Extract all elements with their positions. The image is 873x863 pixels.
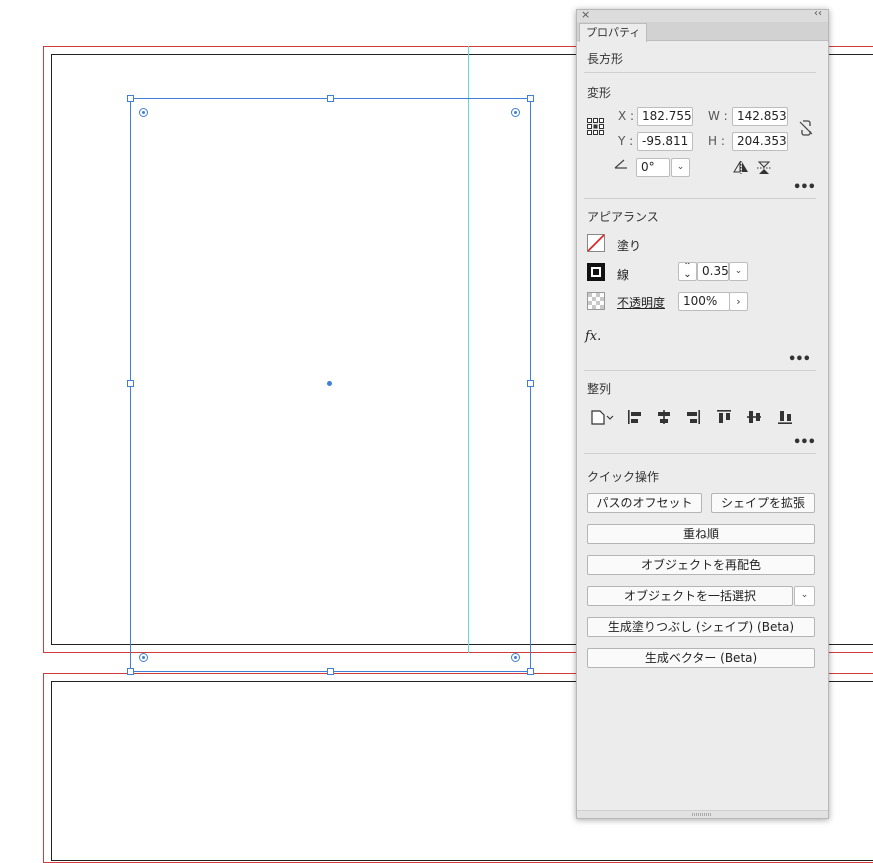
- handle-middle-left[interactable]: [127, 380, 134, 387]
- align-bottom-icon[interactable]: [777, 409, 793, 425]
- close-icon[interactable]: ×: [581, 8, 590, 21]
- reference-point-icon[interactable]: [587, 118, 605, 136]
- h-field[interactable]: 204.353: [732, 132, 788, 151]
- align-vertical-center-icon[interactable]: [746, 409, 762, 425]
- angle-field[interactable]: 0°: [636, 158, 670, 177]
- transform-more-options[interactable]: •••: [793, 180, 816, 195]
- corner-widget-bottom-left[interactable]: [139, 653, 148, 662]
- center-point: [327, 381, 332, 386]
- flip-horizontal-icon[interactable]: [733, 161, 749, 174]
- opacity-field[interactable]: 100%: [678, 292, 730, 311]
- handle-top-left[interactable]: [127, 95, 134, 102]
- fx-effects-button[interactable]: fx.: [585, 329, 601, 344]
- h-label: H :: [708, 134, 725, 148]
- handle-top-right[interactable]: [527, 95, 534, 102]
- appearance-title: アピアランス: [587, 210, 659, 224]
- opacity-label[interactable]: 不透明度: [617, 294, 665, 311]
- align-right-icon[interactable]: [685, 409, 701, 425]
- stroke-swatch-icon[interactable]: [587, 263, 605, 281]
- opacity-expand-button[interactable]: ›: [729, 292, 748, 311]
- stroke-weight-field[interactable]: 0.35: [697, 262, 729, 281]
- arrange-button[interactable]: 重ね順: [587, 524, 815, 544]
- stroke-weight-stepper[interactable]: ⌃ ⌄: [678, 262, 697, 281]
- align-more-options[interactable]: •••: [793, 435, 816, 450]
- constrain-proportions-icon[interactable]: [799, 119, 813, 137]
- handle-bottom-left[interactable]: [127, 668, 134, 675]
- select-same-button[interactable]: オブジェクトを一括選択: [587, 586, 793, 606]
- divider: [584, 198, 816, 199]
- generative-fill-shape-button[interactable]: 生成塗りつぶし (シェイプ) (Beta): [587, 617, 815, 637]
- divider: [584, 370, 816, 371]
- handle-top-center[interactable]: [327, 95, 334, 102]
- angle-dropdown[interactable]: ⌄: [671, 158, 690, 177]
- offset-path-button[interactable]: パスのオフセット: [587, 493, 702, 513]
- align-to-icon[interactable]: [591, 409, 615, 425]
- divider: [584, 453, 816, 454]
- transform-title: 変形: [587, 86, 612, 100]
- properties-panel: × ‹‹ プロパティ 長方形 変形 X : 182.755 W : 142.85…: [576, 8, 829, 819]
- recolor-artwork-button[interactable]: オブジェクトを再配色: [587, 555, 815, 575]
- quick-actions-title: クイック操作: [587, 470, 660, 484]
- object-type-label: 長方形: [587, 52, 624, 66]
- align-left-icon[interactable]: [627, 409, 643, 425]
- collapse-icon[interactable]: ‹‹: [814, 8, 822, 19]
- corner-widget-bottom-right[interactable]: [511, 653, 520, 662]
- tab-properties[interactable]: プロパティ: [579, 23, 647, 42]
- divider: [584, 72, 816, 73]
- stroke-label: 線: [617, 268, 630, 282]
- stroke-weight-dropdown[interactable]: ⌄: [729, 262, 748, 281]
- handle-bottom-center[interactable]: [327, 668, 334, 675]
- fill-swatch-none-icon[interactable]: [587, 234, 605, 252]
- opacity-checker-icon[interactable]: [587, 292, 605, 310]
- align-horizontal-center-icon[interactable]: [656, 409, 672, 425]
- gripper-lines: [692, 813, 712, 816]
- x-label: X :: [618, 109, 635, 123]
- y-label: Y :: [618, 134, 634, 148]
- handle-middle-right[interactable]: [527, 380, 534, 387]
- generative-vector-button[interactable]: 生成ベクター (Beta): [587, 648, 815, 668]
- select-same-dropdown[interactable]: ⌄: [794, 586, 815, 606]
- expand-shape-button[interactable]: シェイプを拡張: [711, 493, 815, 513]
- x-field[interactable]: 182.755: [637, 107, 693, 126]
- flip-vertical-icon[interactable]: [757, 161, 771, 175]
- angle-icon: [614, 159, 627, 169]
- w-label: W :: [708, 109, 728, 123]
- handle-bottom-right[interactable]: [527, 668, 534, 675]
- corner-widget-top-right[interactable]: [511, 108, 520, 117]
- align-title: 整列: [587, 382, 612, 396]
- y-field[interactable]: -95.811: [637, 132, 693, 151]
- fill-label: 塗り: [617, 239, 642, 253]
- align-top-icon[interactable]: [716, 409, 732, 425]
- panel-titlebar: [577, 10, 828, 22]
- appearance-more-options[interactable]: •••: [788, 352, 811, 367]
- w-field[interactable]: 142.853: [732, 107, 788, 126]
- corner-widget-top-left[interactable]: [139, 108, 148, 117]
